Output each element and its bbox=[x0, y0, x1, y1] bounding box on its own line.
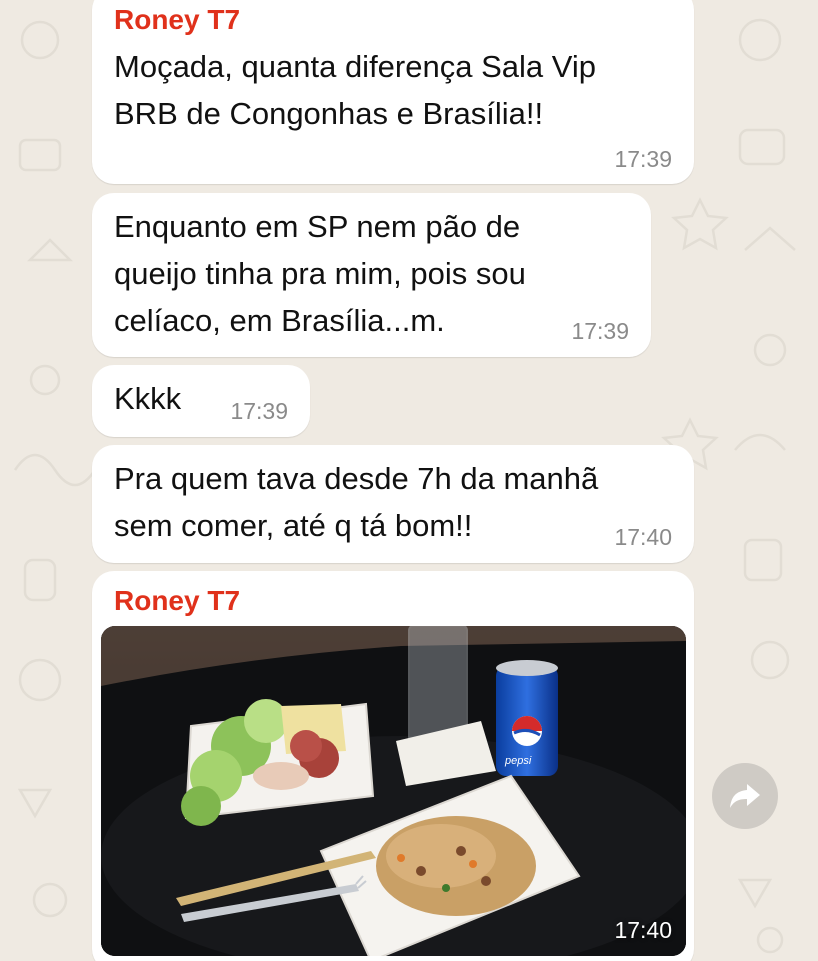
message-bubble-photo[interactable]: Roney T7 pepsi 17:40 bbox=[92, 571, 694, 961]
message-text: Kkkk bbox=[114, 381, 182, 416]
sender-name[interactable]: Roney T7 bbox=[114, 585, 240, 617]
message-text: Enquanto em SP nem pão de queijo tinha p… bbox=[114, 209, 526, 338]
can-label: pepsi bbox=[504, 755, 532, 767]
message-time: 17:39 bbox=[230, 398, 288, 424]
sender-name[interactable]: Roney T7 bbox=[114, 4, 240, 36]
photo-attachment[interactable]: pepsi 17:40 bbox=[101, 626, 686, 956]
forward-button[interactable] bbox=[712, 763, 778, 829]
message-time: 17:39 bbox=[614, 146, 672, 172]
message-time: 17:40 bbox=[614, 524, 672, 550]
message-text: Moçada, quanta diferença Sala Vip BRB de… bbox=[114, 49, 596, 131]
message-bubble-2[interactable]: Enquanto em SP nem pão de queijo tinha p… bbox=[92, 193, 651, 357]
forward-arrow-icon bbox=[730, 784, 760, 808]
message-bubble-4[interactable]: Pra quem tava desde 7h da manhã sem come… bbox=[92, 445, 694, 563]
message-bubble-1[interactable]: Roney T7 Moçada, quanta diferença Sala V… bbox=[92, 0, 694, 184]
message-time: 17:39 bbox=[571, 318, 629, 344]
message-text: Pra quem tava desde 7h da manhã sem come… bbox=[114, 461, 599, 543]
message-bubble-3[interactable]: Kkkk 17:39 bbox=[92, 365, 310, 437]
photo-time: 17:40 bbox=[614, 917, 672, 943]
